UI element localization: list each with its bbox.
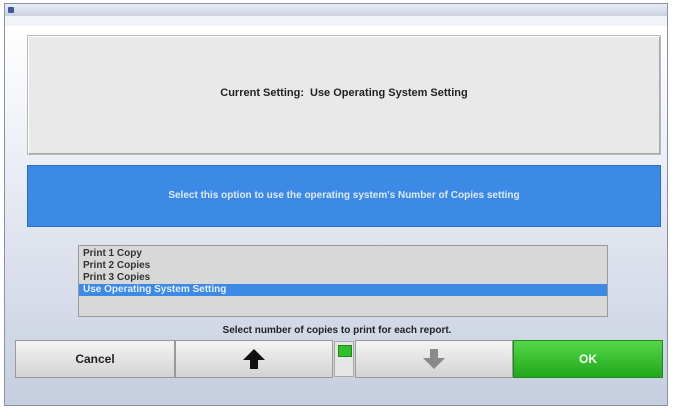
current-setting-value: Use Operating System Setting <box>310 87 468 99</box>
instruction-hint: Select number of copies to print for eac… <box>222 325 452 336</box>
selection-indicator <box>334 341 354 377</box>
move-down-button[interactable] <box>355 340 513 378</box>
list-item-print-3-copies[interactable]: Print 3 Copies <box>79 272 607 284</box>
move-up-button[interactable] <box>175 340 333 378</box>
list-item-use-os-setting[interactable]: Use Operating System Setting <box>79 284 607 296</box>
info-banner: Select this option to use the operating … <box>27 165 661 227</box>
app-icon <box>8 7 14 13</box>
ok-button[interactable]: OK <box>513 340 663 378</box>
list-item-print-2-copies[interactable]: Print 2 Copies <box>79 260 607 272</box>
current-setting-label: Current Setting: <box>220 87 304 99</box>
arrow-up-icon <box>243 349 265 369</box>
info-banner-text: Select this option to use the operating … <box>168 190 520 201</box>
list-item-print-1-copy[interactable]: Print 1 Copy <box>79 248 607 260</box>
indicator-led <box>338 345 352 357</box>
arrow-down-icon <box>423 349 445 369</box>
current-setting-text: Current Setting: Use Operating System Set… <box>28 87 660 99</box>
cancel-button[interactable]: Cancel <box>15 340 175 378</box>
title-bar <box>5 4 667 16</box>
copies-list[interactable]: Print 1 Copy Print 2 Copies Print 3 Copi… <box>78 245 608 317</box>
dialog-title <box>5 16 667 26</box>
current-setting-panel: Current Setting: Use Operating System Set… <box>27 35 661 155</box>
